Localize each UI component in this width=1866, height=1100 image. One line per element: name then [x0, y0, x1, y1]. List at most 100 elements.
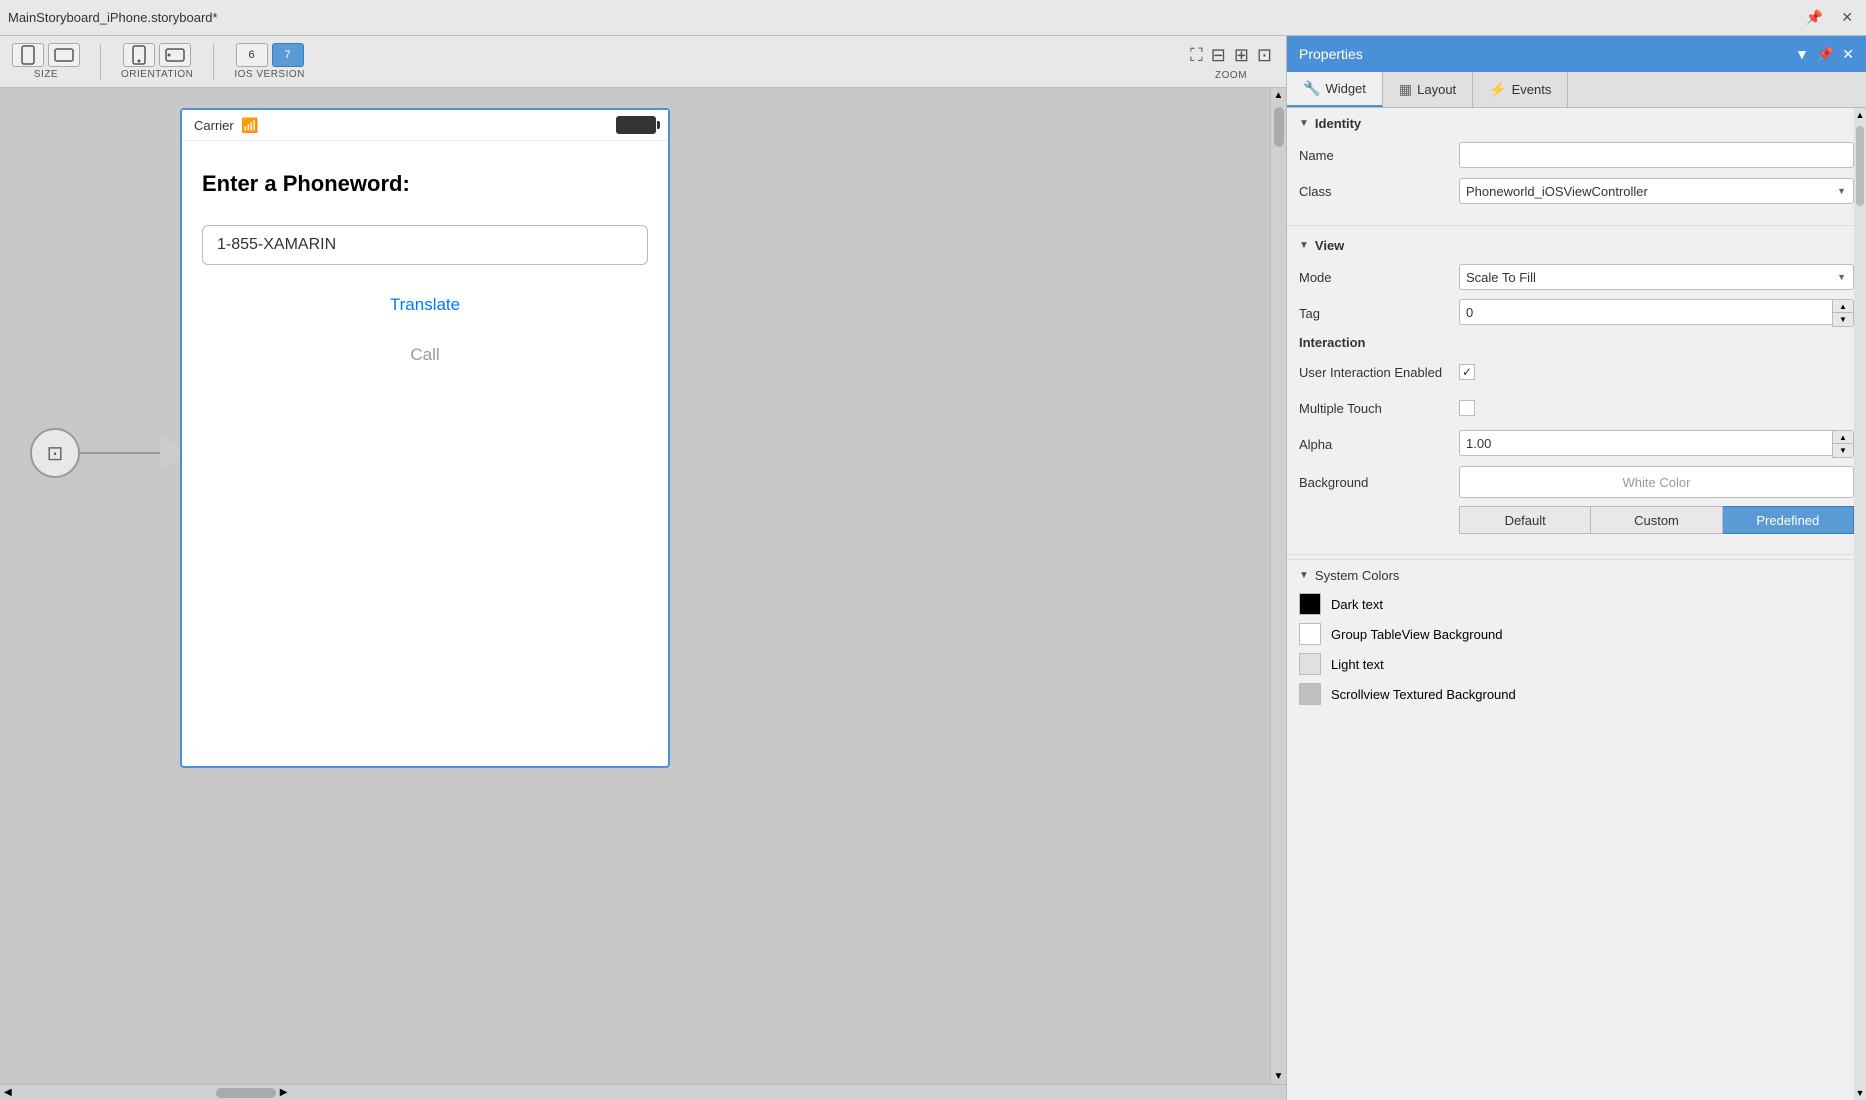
color-buttons-container: Default Custom Predefined [1299, 506, 1854, 534]
phone-status-bar: Carrier 📶 [182, 110, 668, 141]
title-bar: MainStoryboard_iPhone.storyboard* 📌 ✕ [0, 0, 1866, 36]
system-colors-label: System Colors [1315, 568, 1400, 583]
system-colors-header: ▼ System Colors [1299, 568, 1854, 583]
view-arrow-icon: ▼ [1299, 240, 1309, 251]
props-vscrollbar[interactable]: ▲ ▼ [1854, 108, 1866, 1100]
color-buttons: Default Custom Predefined [1459, 506, 1854, 534]
properties-panel: Properties ▼ 📌 ✕ 🔧 Widget ▦ Layout ⚡ Eve… [1286, 36, 1866, 1100]
alpha-increment-btn[interactable]: ▲ [1833, 431, 1853, 444]
props-pin-icon[interactable]: 📌 [1817, 46, 1834, 63]
size-btn-portrait[interactable] [12, 43, 44, 67]
ios-version-7[interactable]: 7 [272, 43, 304, 67]
identity-label: Identity [1315, 116, 1361, 131]
tab-widget-icon: 🔧 [1303, 80, 1320, 97]
tab-layout[interactable]: ▦ Layout [1383, 72, 1473, 107]
connector: ⊡ [30, 428, 188, 478]
phone-mockup: Carrier 📶 Enter a Phoneword: 1-855-XAMAR… [180, 108, 670, 768]
user-interaction-value [1459, 364, 1854, 380]
user-interaction-checkbox[interactable] [1459, 364, 1475, 380]
props-close-icon[interactable]: ✕ [1842, 46, 1854, 63]
class-value: Phoneworld_iOSViewController [1459, 178, 1854, 204]
system-color-group-bg: Group TableView Background [1299, 623, 1854, 645]
class-label: Class [1299, 184, 1459, 199]
predefined-color-btn[interactable]: Predefined [1723, 506, 1854, 534]
zoom-label: ZOOM [1215, 70, 1247, 81]
storyboard-panel: SIZE ORIENTATION 6 [0, 36, 1286, 1100]
phone-translate-btn[interactable]: Translate [202, 295, 648, 315]
toolbar-sep-2 [213, 44, 214, 80]
dark-text-swatch [1299, 593, 1321, 615]
tag-increment-btn[interactable]: ▲ [1833, 300, 1853, 313]
mode-row: Mode Scale To Fill [1299, 263, 1854, 291]
tag-value: ▲ ▼ [1459, 299, 1854, 327]
default-color-btn[interactable]: Default [1459, 506, 1591, 534]
interaction-label: Interaction [1299, 335, 1854, 350]
tag-input[interactable] [1459, 299, 1832, 325]
tab-events-icon: ⚡ [1489, 81, 1506, 98]
canvas-scroll-up-btn[interactable]: ▲ [1271, 88, 1286, 103]
properties-title: Properties [1299, 46, 1363, 62]
orientation-btn-portrait[interactable] [123, 43, 155, 67]
light-text-swatch [1299, 653, 1321, 675]
dark-text-label: Dark text [1331, 597, 1383, 612]
storyboard-canvas: ⊡ Carrier 📶 Enter a Phonew [0, 88, 1270, 1084]
size-label: SIZE [34, 69, 58, 80]
pin-button[interactable]: 📌 [1801, 7, 1828, 28]
phone-carrier: Carrier 📶 [194, 117, 259, 134]
background-display[interactable]: White Color [1459, 466, 1854, 498]
canvas-vscroll-thumb [1274, 107, 1284, 147]
zoom-in-btn[interactable]: ⊞ [1232, 43, 1251, 68]
view-label: View [1315, 238, 1344, 253]
main-container: SIZE ORIENTATION 6 [0, 36, 1866, 1100]
phone-input-display: 1-855-XAMARIN [202, 225, 648, 265]
canvas-hscrollbar[interactable]: ◀ ▶ [0, 1084, 1286, 1100]
close-button[interactable]: ✕ [1836, 7, 1858, 28]
tab-layout-label: Layout [1417, 82, 1456, 97]
tag-label: Tag [1299, 306, 1459, 321]
phone-call-btn[interactable]: Call [202, 345, 648, 365]
canvas-scroll-right-btn[interactable]: ▶ [280, 1087, 288, 1098]
canvas-scroll-left-btn[interactable]: ◀ [4, 1087, 12, 1098]
phone-input-text: 1-855-XAMARIN [217, 236, 336, 254]
tab-events[interactable]: ⚡ Events [1473, 72, 1568, 107]
name-input[interactable] [1459, 142, 1854, 168]
class-select[interactable]: Phoneworld_iOSViewController [1459, 178, 1854, 204]
multiple-touch-checkbox[interactable] [1459, 400, 1475, 416]
alpha-input[interactable] [1459, 430, 1832, 456]
props-dropdown-icon[interactable]: ▼ [1795, 46, 1809, 62]
properties-header: Properties ▼ 📌 ✕ [1287, 36, 1866, 72]
properties-header-icons: ▼ 📌 ✕ [1795, 46, 1854, 63]
tag-decrement-btn[interactable]: ▼ [1833, 313, 1853, 326]
zoom-fit-btn[interactable]: ⊡ [1255, 43, 1274, 68]
size-btn-landscape[interactable] [48, 43, 80, 67]
mode-select[interactable]: Scale To Fill [1459, 264, 1854, 290]
props-scroll-down-btn[interactable]: ▼ [1854, 1086, 1866, 1100]
system-colors-arrow-icon: ▼ [1299, 570, 1309, 581]
view-section: ▼ View Mode Scale To Fill Tag [1287, 230, 1866, 550]
title-bar-text: MainStoryboard_iPhone.storyboard* [8, 10, 1793, 25]
wifi-icon: 📶 [241, 117, 258, 133]
tab-events-label: Events [1512, 82, 1552, 97]
props-scroll-up-btn[interactable]: ▲ [1854, 108, 1866, 122]
ios-version-6[interactable]: 6 [236, 43, 268, 67]
alpha-spinner: ▲ ▼ [1832, 430, 1854, 458]
scrollview-bg-swatch [1299, 683, 1321, 705]
user-interaction-label: User Interaction Enabled [1299, 365, 1459, 380]
canvas-vscrollbar[interactable]: ▲ ▼ [1270, 88, 1286, 1084]
multiple-touch-row: Multiple Touch [1299, 394, 1854, 422]
background-row: Background White Color [1299, 466, 1854, 498]
background-label: Background [1299, 475, 1459, 490]
alpha-label: Alpha [1299, 437, 1459, 452]
custom-color-btn[interactable]: Custom [1591, 506, 1722, 534]
multiple-touch-value [1459, 400, 1854, 416]
tab-widget[interactable]: 🔧 Widget [1287, 72, 1383, 107]
canvas-scroll-down-btn[interactable]: ▼ [1271, 1069, 1286, 1084]
phone-title: Enter a Phoneword: [202, 171, 648, 197]
group-bg-swatch [1299, 623, 1321, 645]
zoom-out-btn[interactable]: ⊟ [1209, 43, 1228, 68]
mode-label: Mode [1299, 270, 1459, 285]
zoom-fullscreen-btn[interactable]: ⛶ [1188, 43, 1205, 68]
alpha-decrement-btn[interactable]: ▼ [1833, 444, 1853, 457]
orientation-btn-landscape[interactable] [159, 43, 191, 67]
user-interaction-row: User Interaction Enabled [1299, 358, 1854, 386]
